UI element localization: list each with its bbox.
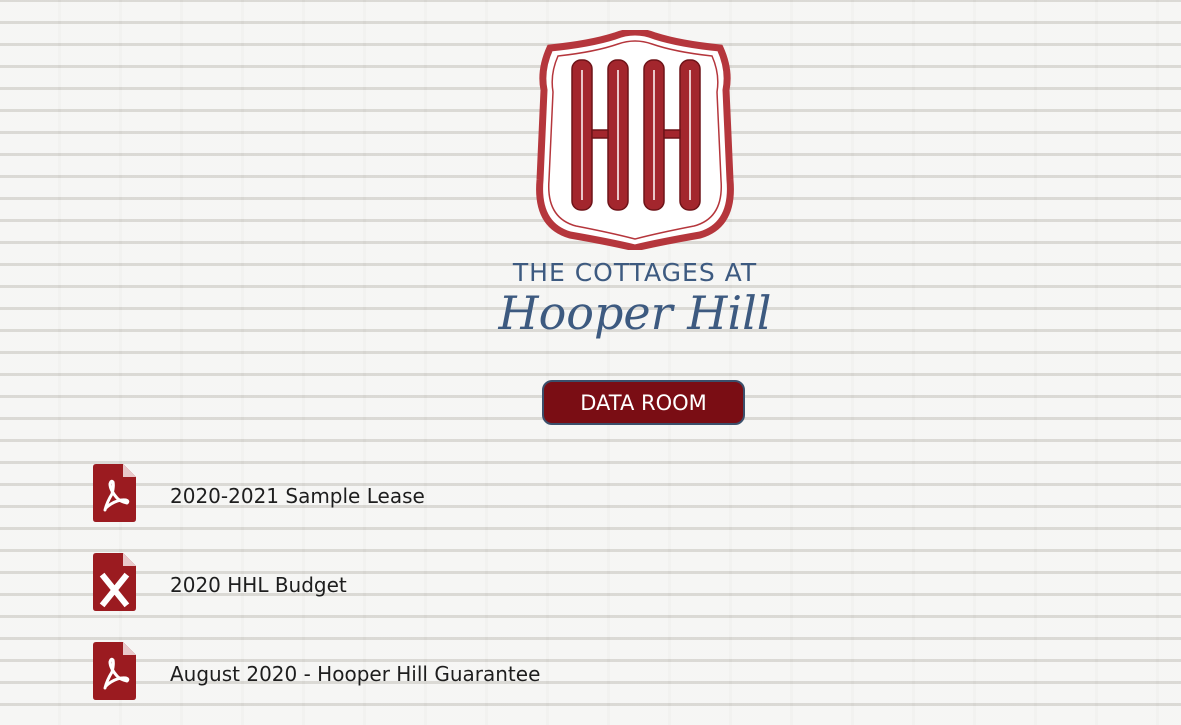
- hh-crest-logo: [536, 30, 734, 250]
- data-room-button[interactable]: DATA ROOM: [542, 380, 745, 425]
- site-logo: THE COTTAGES AT Hooper Hill: [490, 30, 780, 365]
- document-label: 2020-2021 Sample Lease: [170, 484, 425, 508]
- logo-tagline-top: THE COTTAGES AT: [512, 258, 758, 287]
- document-link-hooper-hill-guarantee[interactable]: August 2020 - Hooper Hill Guarantee: [93, 642, 540, 700]
- document-label: August 2020 - Hooper Hill Guarantee: [170, 662, 541, 686]
- logo-tagline-script: Hooper Hill: [498, 286, 772, 340]
- excel-file-icon: [93, 553, 136, 611]
- pdf-file-icon: [93, 464, 136, 522]
- pdf-file-icon: [93, 642, 136, 700]
- document-link-hhl-budget[interactable]: 2020 HHL Budget: [93, 553, 347, 611]
- document-label: 2020 HHL Budget: [170, 573, 347, 597]
- document-link-sample-lease[interactable]: 2020-2021 Sample Lease: [93, 464, 425, 522]
